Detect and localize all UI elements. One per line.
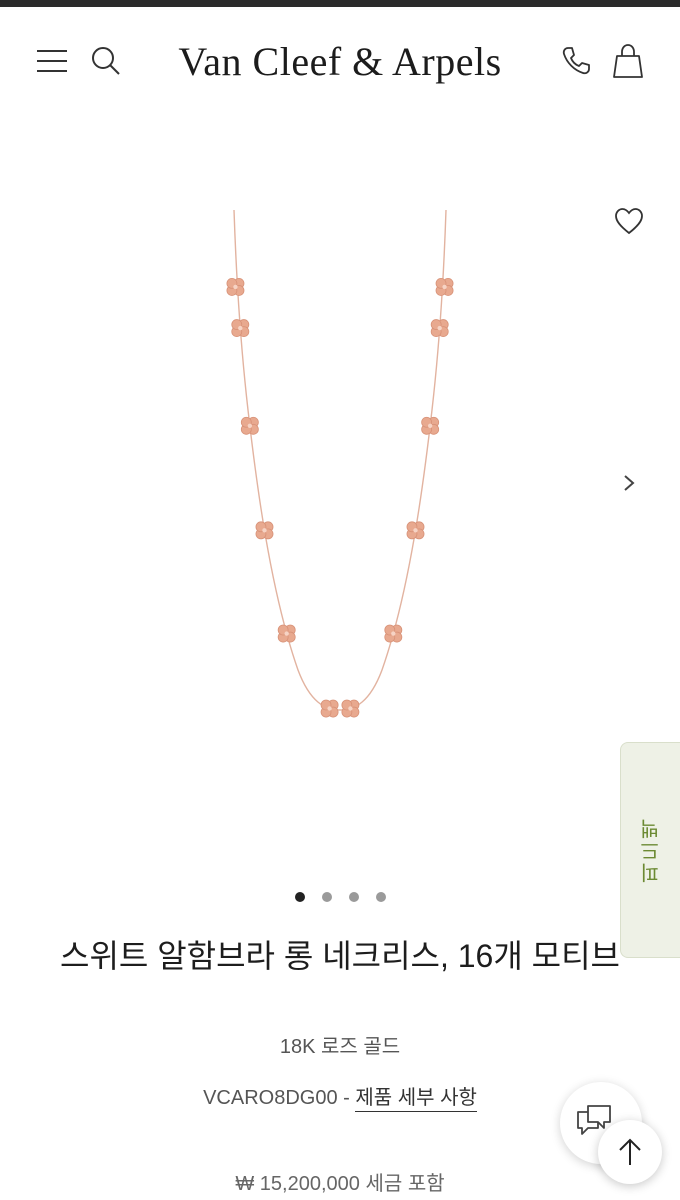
- carousel-dot[interactable]: [375, 892, 386, 902]
- clover-motif: [231, 319, 250, 338]
- wishlist-button[interactable]: [608, 200, 650, 242]
- search-icon: [92, 47, 120, 75]
- product-image: [226, 210, 454, 718]
- chevron-right-icon: [624, 475, 635, 491]
- clover-motif: [406, 521, 425, 540]
- product-material: 18K 로즈 골드: [279, 1036, 401, 1058]
- next-image-button[interactable]: [612, 466, 646, 500]
- carousel-dot[interactable]: [321, 892, 332, 902]
- shopping-bag-button[interactable]: [606, 39, 650, 83]
- scroll-top-button[interactable]: [598, 1120, 662, 1184]
- phone-icon: [562, 47, 590, 75]
- clover-motif: [384, 624, 403, 643]
- clover-motif: [255, 521, 274, 540]
- menu-button[interactable]: [30, 43, 74, 79]
- clover-motif: [430, 319, 449, 338]
- carousel-dots: [0, 890, 680, 904]
- brand-logo[interactable]: Van Cleef & Arpels: [140, 37, 540, 87]
- feedback-label: 피드백: [640, 817, 663, 883]
- carousel-dot[interactable]: [348, 892, 359, 902]
- feedback-tab[interactable]: 피드백: [620, 742, 680, 958]
- search-button[interactable]: [84, 43, 128, 79]
- product-title: 스위트 알함브라 롱 네크리스, 16개 모티브: [60, 938, 620, 974]
- reference-separator: -: [337, 1087, 356, 1109]
- arrow-up-icon: [619, 1138, 641, 1165]
- product-details-link[interactable]: 제품 세부 사항: [355, 1087, 477, 1112]
- menu-icon: [37, 50, 67, 72]
- clover-motif: [341, 699, 360, 718]
- clover-motif: [226, 277, 245, 296]
- phone-button[interactable]: [554, 43, 598, 79]
- product-reference: VCARO8DG00: [203, 1087, 338, 1109]
- shopping-bag-icon: [613, 44, 643, 78]
- clover-motif: [435, 277, 454, 296]
- heart-icon: [615, 208, 643, 235]
- product-price: ₩ 15,200,000 세금 포함: [235, 1173, 445, 1195]
- clover-motif: [277, 624, 296, 643]
- clover-motif: [421, 416, 440, 435]
- carousel-dot[interactable]: [294, 892, 305, 902]
- product-gallery[interactable]: [0, 120, 680, 880]
- clover-motif: [240, 416, 259, 435]
- site-header: Van Cleef & Arpels: [0, 7, 680, 107]
- clover-motif: [320, 699, 339, 718]
- status-bar: [0, 0, 680, 7]
